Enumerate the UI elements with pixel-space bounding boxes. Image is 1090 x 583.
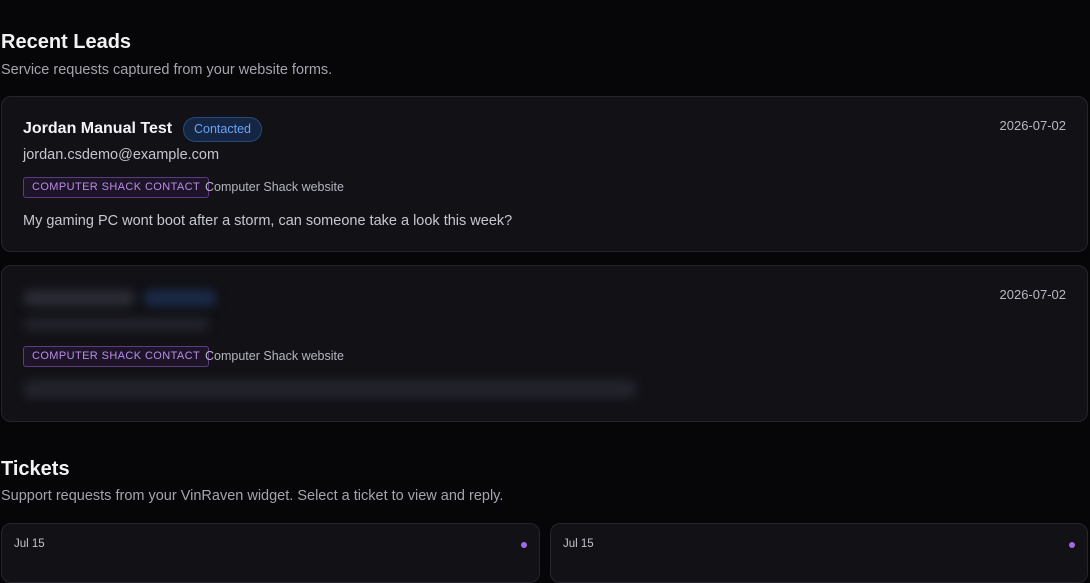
redacted-lead-name bbox=[24, 290, 134, 306]
lead-card[interactable]: Jordan Manual Test Contacted 2026-07-02 … bbox=[1, 96, 1088, 252]
unread-dot-icon bbox=[521, 542, 527, 548]
redacted-lead-email bbox=[24, 318, 209, 331]
unread-dot-icon bbox=[1069, 542, 1075, 548]
recent-leads-subtitle: Service requests captured from your webs… bbox=[1, 62, 333, 78]
source-site: Computer Shack website bbox=[205, 180, 344, 194]
source-site: Computer Shack website bbox=[205, 349, 344, 363]
lead-card[interactable]: 2026-07-02 COMPUTER SHACK CONTACT Comput… bbox=[1, 265, 1088, 422]
source-tag: COMPUTER SHACK CONTACT bbox=[23, 346, 210, 367]
lead-email[interactable]: jordan.csdemo@example.com bbox=[23, 147, 219, 163]
status-badge: Contacted bbox=[183, 117, 262, 142]
lead-name: Jordan Manual Test bbox=[23, 120, 173, 137]
redacted-lead-message bbox=[24, 380, 636, 398]
lead-message: My gaming PC wont boot after a storm, ca… bbox=[23, 213, 513, 229]
ticket-date: Jul 15 bbox=[563, 538, 594, 550]
ticket-card[interactable]: Jul 15 bbox=[1, 523, 540, 583]
ticket-date: Jul 15 bbox=[14, 538, 45, 550]
ticket-card[interactable]: Jul 15 bbox=[550, 523, 1088, 583]
lead-date: 2026-07-02 bbox=[999, 118, 1067, 133]
recent-leads-title: Recent Leads bbox=[1, 31, 132, 53]
tickets-subtitle: Support requests from your VinRaven widg… bbox=[1, 488, 504, 504]
tickets-title: Tickets bbox=[1, 458, 70, 480]
lead-date: 2026-07-02 bbox=[999, 287, 1067, 302]
redacted-status-badge bbox=[144, 290, 216, 306]
source-tag: COMPUTER SHACK CONTACT bbox=[23, 177, 210, 198]
